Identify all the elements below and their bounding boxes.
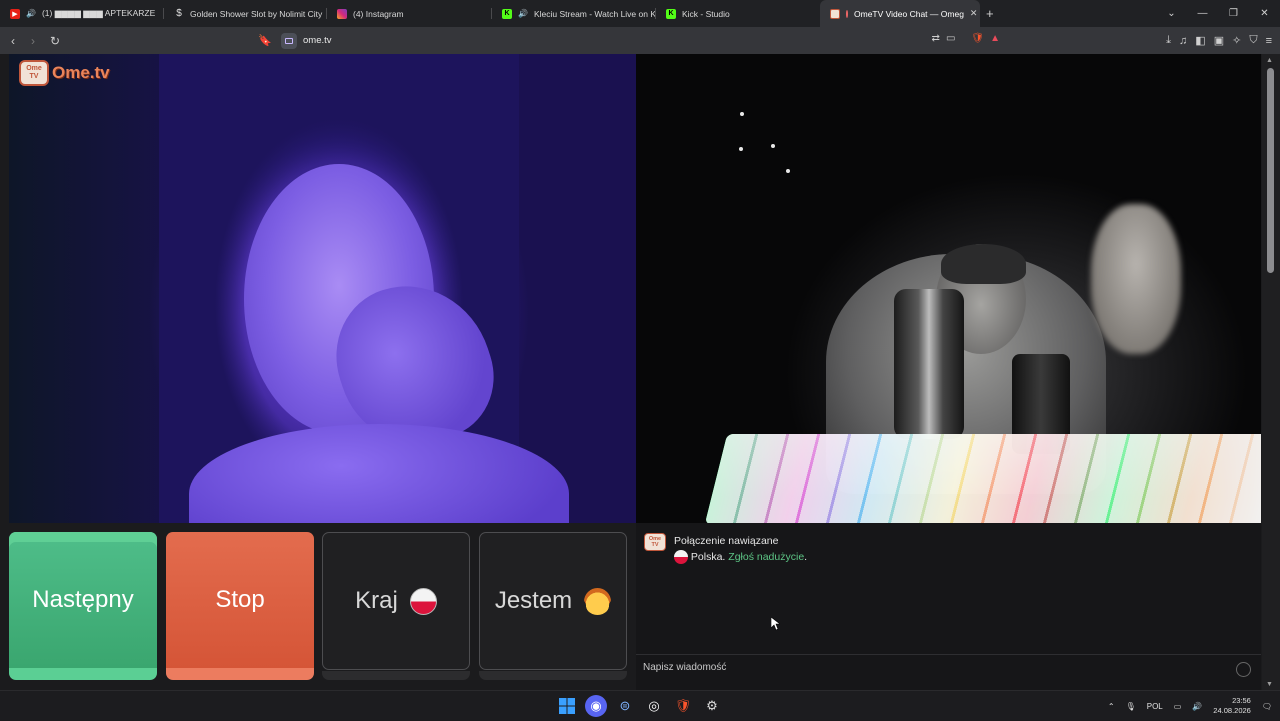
system-tray: ⌃ 🎙 POL ▭ 🔊 23:56 24.08.2026 🗨	[1108, 691, 1272, 721]
kick-icon: K	[666, 8, 676, 19]
page-scrollbar[interactable]: ▲ ▼	[1262, 54, 1280, 690]
tab-search-icon[interactable]: ⌄	[1156, 8, 1187, 19]
extensions-area: ⤓ ♫ ◧ ▣ ✧ ⛉ ≡	[1166, 27, 1272, 54]
obs-icon[interactable]: ◎	[643, 695, 665, 717]
message-input[interactable]: Napisz wiadomość	[636, 654, 1261, 680]
message-input-placeholder: Napisz wiadomość	[643, 662, 727, 673]
mouse-cursor-icon	[771, 617, 780, 631]
audio-icon[interactable]: 🔊	[518, 9, 528, 18]
language-indicator[interactable]: POL	[1147, 702, 1163, 711]
download-icon[interactable]: ⤓	[1166, 34, 1171, 47]
microphone-icon[interactable]: 🎙	[1126, 702, 1136, 711]
report-abuse-link[interactable]: Zgłoś nadużycie	[728, 551, 804, 563]
cast-icon[interactable]: ▭	[946, 33, 955, 44]
ometv-logo[interactable]: Ome TV Ome.tv	[19, 60, 110, 86]
menu-icon[interactable]: ≡	[1266, 35, 1272, 47]
country-name: Polska.	[690, 551, 726, 563]
brave-shields-icon[interactable]: 🛡	[971, 33, 984, 44]
volume-icon[interactable]: 🔊	[1192, 702, 1202, 711]
gender-button-label: Jestem	[494, 587, 573, 614]
brave-browser-icon[interactable]: 🛡	[672, 695, 694, 717]
browser-toolbar: ‹ › ↻ 🔖 ome.tv ⇄ ▭ 🛡 ▲ ⤓ ♫ ◧ ▣ ✧ ⛉ ≡	[0, 27, 1280, 54]
tab-label: Golden Shower Slot by Nolimit City	[190, 8, 323, 19]
country-button[interactable]: Kraj	[322, 532, 470, 670]
address-bar[interactable]: 🔖 ome.tv ⇄ ▭ 🛡 ▲	[255, 30, 1000, 51]
minimize-icon[interactable]: —	[1187, 8, 1218, 19]
youtube-icon: ▶	[10, 8, 20, 19]
brave-rewards-icon[interactable]: ▲	[990, 33, 1000, 44]
scrollbar-thumb[interactable]	[1267, 68, 1274, 273]
stop-button[interactable]: Stop	[166, 532, 314, 680]
poland-flag-icon	[674, 550, 688, 565]
gender-button[interactable]: Jestem	[479, 532, 627, 670]
system-message: Ome TV Połączenie nawiązane Polska. Zgło…	[644, 533, 807, 565]
tab-strip: ▶ 🔊 (1) ▆▆▆▆ ▆▆▆ APTEKARZE $ Golden Show…	[0, 0, 1280, 27]
logo-text: Ome.tv	[52, 63, 110, 82]
windows-taskbar: ◉ ⊜ ◎ 🛡 ⚙ ⌃ 🎙 POL ▭ 🔊 23:56 24.08.2026 🗨	[0, 690, 1280, 720]
rgb-keyboard	[704, 434, 1261, 523]
kick-icon: K	[502, 8, 512, 19]
chat-panel: Ome TV Połączenie nawiązane Polska. Zgło…	[636, 523, 1261, 690]
ometv-page: Ome TV Ome.tv Następny Stop Kraj Jestem …	[0, 54, 1280, 690]
close-tab-icon[interactable]: ✕	[970, 8, 978, 19]
close-window-icon[interactable]: ✕	[1249, 8, 1280, 19]
media-icon[interactable]: ♫	[1179, 35, 1187, 47]
bookmark-icon[interactable]: 🔖	[255, 34, 275, 47]
dollar-icon: $	[176, 8, 182, 19]
site-info-icon[interactable]	[281, 32, 297, 49]
reload-icon[interactable]: ↻	[45, 34, 65, 48]
connection-status: Połączenie nawiązane	[674, 535, 779, 547]
tab-youtube[interactable]: ▶ 🔊 (1) ▆▆▆▆ ▆▆▆ APTEKARZE	[0, 0, 164, 27]
tab-label: Kick - Studio	[682, 8, 730, 19]
back-icon[interactable]: ‹	[3, 34, 23, 48]
tray-overflow-icon[interactable]: ⌃	[1108, 702, 1115, 711]
boy-avatar-icon	[584, 587, 612, 615]
recording-icon	[846, 9, 848, 18]
new-tab-button[interactable]: +	[986, 6, 994, 21]
ometv-small-logo: Ome TV	[644, 533, 666, 551]
sidebar-icon[interactable]: ◧	[1195, 34, 1205, 47]
steam-icon[interactable]: ⚙	[701, 695, 723, 717]
wallet-icon[interactable]: ▣	[1214, 34, 1224, 47]
vpn-icon[interactable]: ⛉	[1249, 34, 1257, 47]
window-controls: ⌄ — ❐ ✕	[1156, 0, 1280, 27]
scroll-down-icon[interactable]: ▼	[1266, 681, 1273, 688]
url-text[interactable]: ome.tv	[303, 35, 332, 46]
discord-icon[interactable]: ◉	[585, 695, 607, 717]
tab-label: Kleciu Stream - Watch Live on Ki	[533, 8, 656, 19]
tab-label: OmeTV Video Chat — Omeg	[854, 8, 964, 19]
windows-start-icon[interactable]	[556, 695, 578, 717]
remote-video	[636, 54, 1261, 523]
audio-icon[interactable]: 🔊	[26, 9, 36, 18]
notifications-icon[interactable]: 🗨	[1262, 702, 1272, 711]
tab-golden-shower[interactable]: $ Golden Shower Slot by Nolimit City	[164, 0, 327, 27]
tab-label: (4) Instagram	[353, 8, 404, 19]
forward-icon[interactable]: ›	[23, 34, 43, 48]
network-icon[interactable]: ▭	[1174, 702, 1182, 711]
emoji-icon[interactable]	[1236, 662, 1251, 677]
local-video: Ome TV Ome.tv	[9, 54, 636, 523]
tab-kick-studio[interactable]: K Kick - Studio	[656, 0, 820, 27]
time: 23:56	[1232, 696, 1251, 705]
stop-button-label: Stop	[215, 586, 265, 613]
energy-drink-can	[894, 289, 964, 439]
tab-instagram[interactable]: (4) Instagram	[327, 0, 492, 27]
date: 24.08.2026	[1213, 706, 1251, 715]
poland-flag-icon	[409, 587, 437, 615]
scroll-up-icon[interactable]: ▲	[1266, 57, 1273, 64]
translate-icon[interactable]: ⇄	[932, 33, 940, 44]
country-button-label: Kraj	[355, 587, 398, 614]
app-icon[interactable]: ⊜	[614, 695, 636, 717]
clock[interactable]: 23:56 24.08.2026	[1213, 696, 1251, 716]
tab-ometv[interactable]: OmeTV Video Chat — Omeg ✕	[820, 0, 980, 27]
ometv-icon	[830, 8, 840, 19]
leo-ai-icon[interactable]: ✧	[1232, 34, 1241, 47]
instagram-icon	[337, 8, 347, 19]
tv-icon: Ome TV	[19, 60, 49, 86]
tab-label: (1) ▆▆▆▆ ▆▆▆ APTEKARZE	[41, 8, 156, 18]
next-button-label: Następny	[32, 586, 134, 613]
tab-kleciu-stream[interactable]: K 🔊 Kleciu Stream - Watch Live on Ki	[492, 0, 656, 27]
maximize-icon[interactable]: ❐	[1218, 8, 1249, 19]
next-button[interactable]: Następny	[9, 532, 157, 680]
